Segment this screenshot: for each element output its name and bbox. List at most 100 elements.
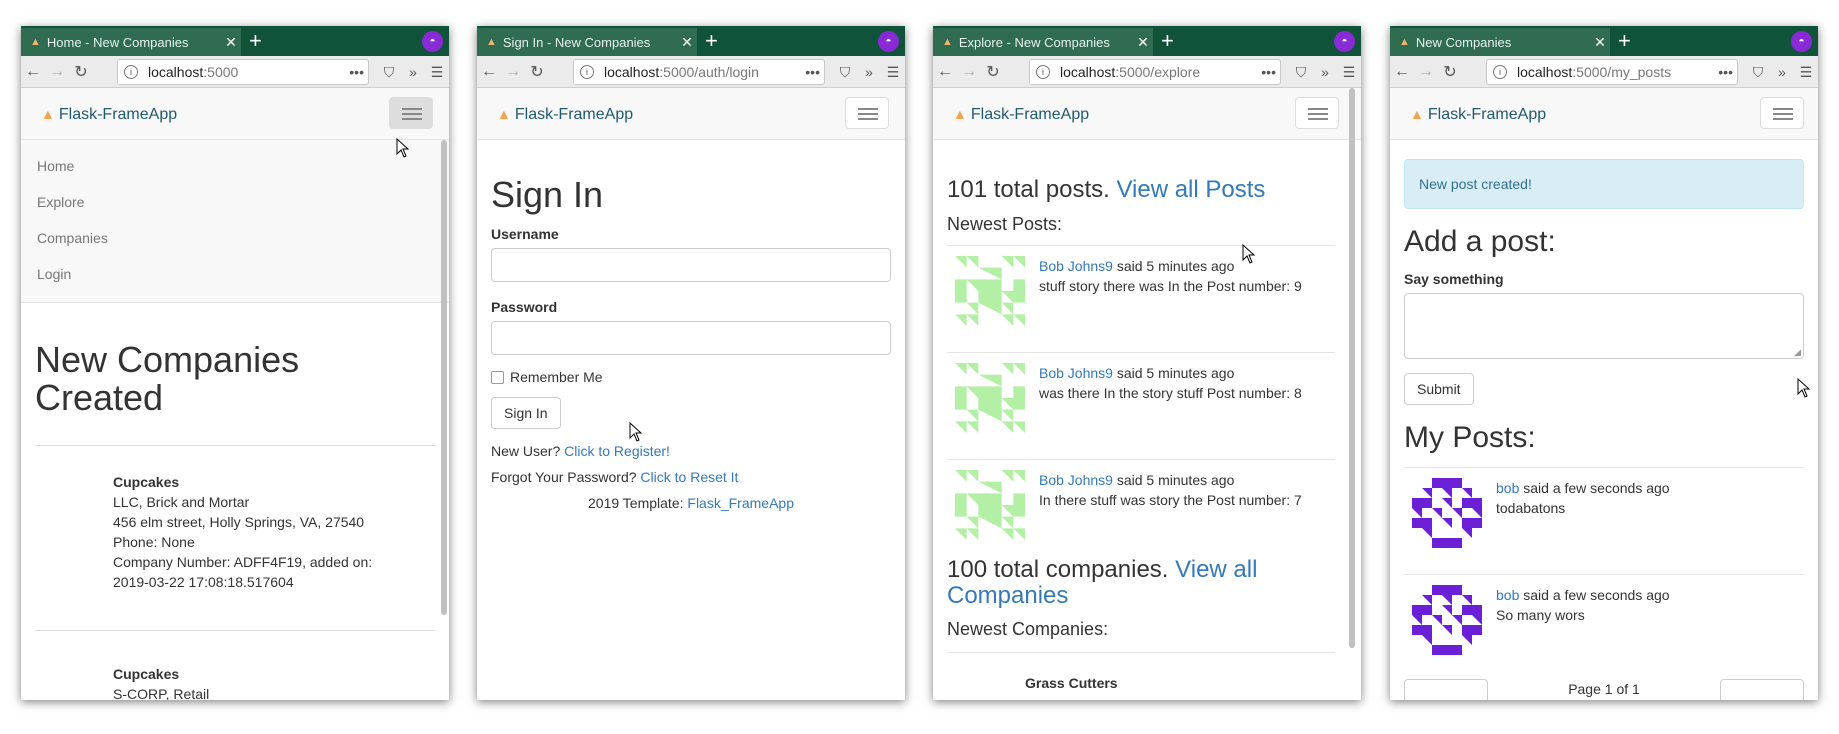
- overflow-icon[interactable]: »: [401, 64, 425, 80]
- post-author-link[interactable]: Bob Johns9: [1039, 472, 1113, 488]
- forward-icon[interactable]: →: [45, 63, 69, 81]
- username-input[interactable]: [491, 248, 891, 282]
- browser-tab[interactable]: ▲ Explore - New Companies ✕: [933, 28, 1153, 56]
- hamburger-menu-icon[interactable]: ☰: [1337, 64, 1361, 81]
- reload-icon[interactable]: ↻: [1438, 62, 1462, 82]
- forward-icon[interactable]: →: [1414, 63, 1438, 81]
- menu-item-login[interactable]: Login: [21, 256, 449, 292]
- view-posts-link[interactable]: View all Posts: [1116, 176, 1265, 203]
- submit-button[interactable]: Submit: [1404, 373, 1474, 405]
- back-icon[interactable]: ←: [21, 63, 45, 81]
- browser-tab[interactable]: ▲ Home - New Companies ✕: [21, 28, 241, 56]
- reset-link[interactable]: Click to Reset It: [640, 469, 738, 485]
- close-icon[interactable]: ✕: [1133, 34, 1153, 51]
- post-author-link[interactable]: Bob Johns9: [1039, 258, 1113, 274]
- back-icon[interactable]: ←: [477, 63, 501, 81]
- navbar-toggle-button[interactable]: [845, 97, 889, 129]
- browser-tab[interactable]: ▲ New Companies ✕: [1390, 28, 1610, 56]
- new-tab-icon[interactable]: +: [1161, 29, 1174, 53]
- more-icon[interactable]: •••: [1261, 64, 1280, 80]
- post-author-link[interactable]: Bob Johns9: [1039, 365, 1113, 381]
- browser-window-explore: ▲ Explore - New Companies ✕ + ◓ ← → ↻ i local…: [933, 26, 1361, 700]
- post-item: Bob Johns9 said 5 minutes ago was there I…: [947, 352, 1335, 459]
- url-bar[interactable]: i localhost:5000 •••: [117, 59, 369, 85]
- browser-tab[interactable]: ▲ Sign In - New Companies ✕: [477, 28, 697, 56]
- post-body: So many wors: [1496, 607, 1585, 623]
- post-textarea[interactable]: ◢: [1404, 293, 1804, 359]
- hamburger-menu-icon[interactable]: ☰: [881, 64, 905, 81]
- company-line: 456 elm street, Holly Springs, VA, 27540: [113, 514, 365, 530]
- close-icon[interactable]: ✕: [1590, 34, 1610, 51]
- register-link[interactable]: Click to Register!: [564, 443, 670, 459]
- overflow-icon[interactable]: »: [1770, 64, 1794, 80]
- app-navbar: ▲ Flask-FrameApp: [1390, 88, 1818, 140]
- resize-handle-icon[interactable]: ◢: [1794, 347, 1801, 358]
- pocket-icon[interactable]: ⛉: [1746, 64, 1770, 81]
- url-bar[interactable]: i localhost:5000/auth/login •••: [573, 59, 825, 85]
- info-icon: i: [1493, 65, 1507, 79]
- more-icon[interactable]: •••: [349, 64, 368, 80]
- url-bar[interactable]: i localhost:5000/my_posts •••: [1486, 59, 1738, 85]
- menu-item-companies[interactable]: Companies: [21, 220, 449, 256]
- brand-text: Flask-FrameApp: [970, 106, 1090, 123]
- menu-item-home[interactable]: Home: [21, 148, 449, 184]
- password-input[interactable]: [491, 321, 891, 355]
- pocket-icon[interactable]: ⛉: [377, 64, 401, 81]
- tab-title: Sign In - New Companies: [502, 34, 651, 50]
- hamburger-menu-icon[interactable]: ☰: [425, 64, 449, 81]
- reload-icon[interactable]: ↻: [981, 62, 1005, 82]
- post-author-link[interactable]: bob: [1496, 587, 1519, 603]
- signin-button[interactable]: Sign In: [491, 397, 561, 429]
- scrollbar[interactable]: [1349, 88, 1355, 648]
- identicon-avatar: [955, 363, 1025, 433]
- hamburger-menu-icon[interactable]: ☰: [1794, 64, 1818, 81]
- back-icon[interactable]: ←: [933, 63, 957, 81]
- overflow-icon[interactable]: »: [857, 64, 881, 80]
- new-tab-icon[interactable]: +: [1618, 29, 1631, 53]
- brand-link[interactable]: ▲ Flask-FrameApp: [953, 106, 1089, 124]
- toolbar: ← → ↻ i localhost:5000/my_posts ••• ⛉» ☰: [1390, 56, 1818, 88]
- url-bar[interactable]: i localhost:5000/explore •••: [1029, 59, 1281, 85]
- url-path: :5000/explore: [1115, 64, 1201, 80]
- brand-text: Flask-FrameApp: [1427, 106, 1547, 123]
- overflow-icon[interactable]: »: [1313, 64, 1337, 80]
- pocket-icon[interactable]: ⛉: [833, 64, 857, 81]
- private-mask-icon: ◓: [878, 31, 899, 52]
- pager-next-button[interactable]: [1720, 679, 1804, 700]
- tab-bar: ▲ Sign In - New Companies ✕ + ◓: [477, 26, 905, 56]
- scrollbar[interactable]: [441, 140, 447, 615]
- url-path: :5000/auth/login: [659, 64, 759, 80]
- private-mask-icon: ◓: [1334, 31, 1355, 52]
- close-icon[interactable]: ✕: [677, 34, 697, 51]
- navbar-toggle-button[interactable]: [1760, 97, 1804, 129]
- tab-title: Explore - New Companies: [958, 34, 1110, 50]
- reload-icon[interactable]: ↻: [69, 62, 93, 82]
- back-icon[interactable]: ←: [1390, 63, 1414, 81]
- brand-link[interactable]: ▲ Flask-FrameApp: [1410, 106, 1546, 124]
- companies-count: 100 total companies.: [947, 556, 1169, 583]
- more-icon[interactable]: •••: [805, 64, 824, 80]
- navbar-toggle-button[interactable]: [389, 97, 433, 129]
- reload-icon[interactable]: ↻: [525, 62, 549, 82]
- forward-icon[interactable]: →: [501, 63, 525, 81]
- menu-item-explore[interactable]: Explore: [21, 184, 449, 220]
- navbar-toggle-button[interactable]: [1295, 97, 1339, 129]
- brand-link[interactable]: ▲ Flask-FrameApp: [497, 106, 633, 124]
- flask-icon: ▲: [1410, 106, 1424, 122]
- tab-bar: ▲ Home - New Companies ✕ + ◓: [21, 26, 449, 56]
- tab-title: New Companies: [1415, 34, 1512, 50]
- forward-icon[interactable]: →: [957, 63, 981, 81]
- post-author-link[interactable]: bob: [1496, 480, 1519, 496]
- collapsed-menu: Home Explore Companies Login: [21, 140, 449, 303]
- tab-title: Home - New Companies: [46, 34, 189, 50]
- pocket-icon[interactable]: ⛉: [1289, 64, 1313, 81]
- new-tab-icon[interactable]: +: [249, 29, 262, 53]
- flask-icon: ▲: [486, 36, 497, 48]
- template-link[interactable]: Flask_FrameApp: [687, 495, 794, 511]
- company-line: Phone: None: [113, 534, 195, 550]
- new-tab-icon[interactable]: +: [705, 29, 718, 53]
- remember-checkbox[interactable]: [491, 370, 504, 384]
- close-icon[interactable]: ✕: [221, 34, 241, 51]
- more-icon[interactable]: •••: [1718, 64, 1737, 80]
- brand-link[interactable]: ▲ Flask-FrameApp: [41, 106, 177, 124]
